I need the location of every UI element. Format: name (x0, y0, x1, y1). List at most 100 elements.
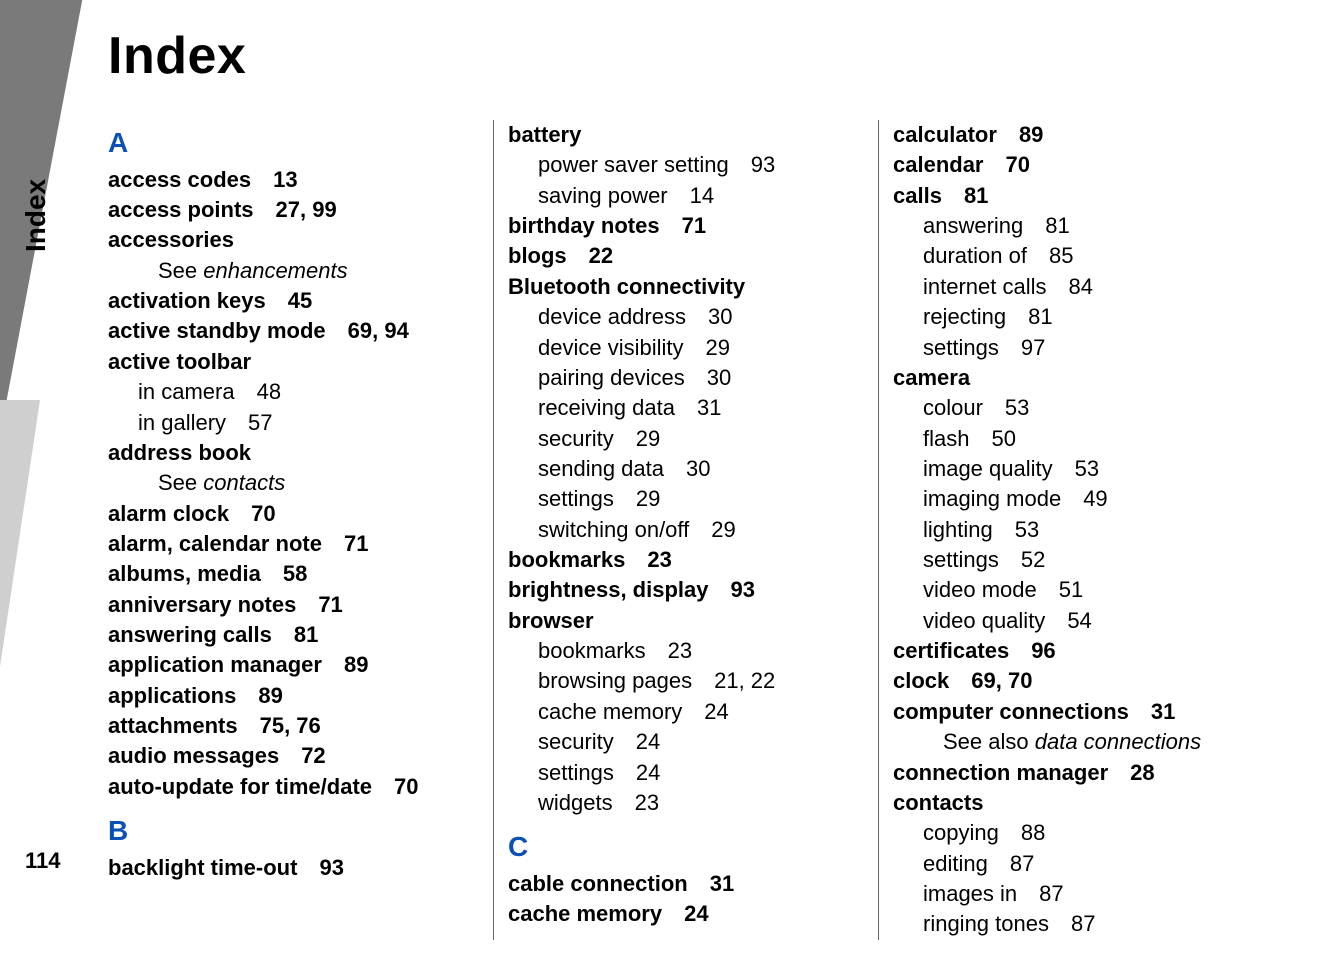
index-entry: activation keys 45 (108, 286, 483, 316)
index-entry: albums, media 58 (108, 559, 483, 589)
index-term: in gallery (138, 410, 226, 435)
index-entry: address book (108, 438, 483, 468)
index-term: albums, media (108, 561, 261, 586)
index-pages: 14 (668, 183, 714, 208)
index-subentry: switching on/off 29 (508, 515, 868, 545)
index-pages: 54 (1045, 608, 1091, 633)
index-term: widgets (538, 790, 613, 815)
index-term: power saver setting (538, 152, 729, 177)
index-term: cache memory (538, 699, 682, 724)
index-subentry: settings 24 (508, 758, 868, 788)
index-pages: 71 (660, 213, 706, 238)
index-entry: computer connections 31 (893, 697, 1253, 727)
index-term: ringing tones (923, 911, 1049, 936)
index-pages: 53 (983, 395, 1029, 420)
index-term: brightness, display (508, 577, 709, 602)
index-entry: Bluetooth connectivity (508, 272, 868, 302)
index-subentry: browsing pages 21, 22 (508, 666, 868, 696)
index-term: sending data (538, 456, 664, 481)
index-term: calls (893, 183, 942, 208)
index-pages: 22 (567, 243, 613, 268)
index-subentry: settings 97 (893, 333, 1253, 363)
index-entry: anniversary notes 71 (108, 590, 483, 620)
index-pages: 23 (646, 638, 692, 663)
index-entry: calls 81 (893, 181, 1253, 211)
index-term: imaging mode (923, 486, 1061, 511)
index-term: attachments (108, 713, 238, 738)
index-see: See contacts (108, 468, 483, 498)
index-entry: access points 27, 99 (108, 195, 483, 225)
index-term: access codes (108, 167, 251, 192)
index-pages: 89 (236, 683, 282, 708)
index-pages: 88 (999, 820, 1045, 845)
index-columns: Aaccess codes 13access points 27, 99acce… (108, 120, 1288, 940)
index-entry: brightness, display 93 (508, 575, 868, 605)
index-subentry: ringing tones 87 (893, 909, 1253, 939)
index-entry: access codes 13 (108, 165, 483, 195)
index-entry: birthday notes 71 (508, 211, 868, 241)
index-term: cache memory (508, 901, 662, 926)
index-pages: 21, 22 (692, 668, 775, 693)
index-pages: 53 (993, 517, 1039, 542)
index-pages: 48 (235, 379, 281, 404)
index-entry: blogs 22 (508, 241, 868, 271)
index-subentry: video mode 51 (893, 575, 1253, 605)
index-term: alarm, calendar note (108, 531, 322, 556)
index-pages: 87 (1049, 911, 1095, 936)
index-term: browsing pages (538, 668, 692, 693)
index-pages: 70 (984, 152, 1030, 177)
index-entry: camera (893, 363, 1253, 393)
index-pages: 30 (685, 365, 731, 390)
index-entry: applications 89 (108, 681, 483, 711)
index-subentry: bookmarks 23 (508, 636, 868, 666)
index-col-2: batterypower saver setting 93saving powe… (493, 120, 878, 940)
index-subentry: in camera 48 (108, 377, 483, 407)
index-entry: application manager 89 (108, 650, 483, 680)
index-term: security (538, 729, 614, 754)
index-pages: 29 (689, 517, 735, 542)
index-pages: 23 (625, 547, 671, 572)
index-pages: 89 (322, 652, 368, 677)
index-term: rejecting (923, 304, 1006, 329)
index-pages: 23 (613, 790, 659, 815)
index-letter: B (108, 812, 483, 851)
index-pages: 71 (322, 531, 368, 556)
index-pages: 81 (942, 183, 988, 208)
index-term: anniversary notes (108, 592, 296, 617)
index-col-1: Aaccess codes 13access points 27, 99acce… (108, 120, 493, 940)
index-see-also: See also data connections (893, 727, 1253, 757)
index-pages: 29 (614, 486, 660, 511)
index-term: backlight time-out (108, 855, 297, 880)
index-term: calculator (893, 122, 997, 147)
index-term: image quality (923, 456, 1053, 481)
index-subentry: imaging mode 49 (893, 484, 1253, 514)
index-pages: 93 (729, 152, 775, 177)
index-term: video mode (923, 577, 1037, 602)
index-pages: 27, 99 (254, 197, 337, 222)
index-subentry: copying 88 (893, 818, 1253, 848)
index-term: editing (923, 851, 988, 876)
index-term: activation keys (108, 288, 266, 313)
index-pages: 75, 76 (238, 713, 321, 738)
index-entry: accessories (108, 225, 483, 255)
index-pages: 72 (279, 743, 325, 768)
index-pages: 81 (272, 622, 318, 647)
index-subentry: internet calls 84 (893, 272, 1253, 302)
index-pages: 58 (261, 561, 307, 586)
index-subentry: saving power 14 (508, 181, 868, 211)
index-gap (108, 802, 483, 808)
index-pages: 24 (662, 901, 708, 926)
index-entry: auto-update for time/date 70 (108, 772, 483, 802)
index-subentry: editing 87 (893, 849, 1253, 879)
index-col-3: calculator 89calendar 70calls 81answerin… (878, 120, 1263, 940)
index-subentry: sending data 30 (508, 454, 868, 484)
index-subentry: images in 87 (893, 879, 1253, 909)
index-term: Bluetooth connectivity (508, 274, 745, 299)
index-entry: contacts (893, 788, 1253, 818)
index-term: address book (108, 440, 251, 465)
index-subentry: rejecting 81 (893, 302, 1253, 332)
index-entry: alarm, calendar note 71 (108, 529, 483, 559)
index-term: active standby mode (108, 318, 326, 343)
index-term: audio messages (108, 743, 279, 768)
index-term: internet calls (923, 274, 1047, 299)
